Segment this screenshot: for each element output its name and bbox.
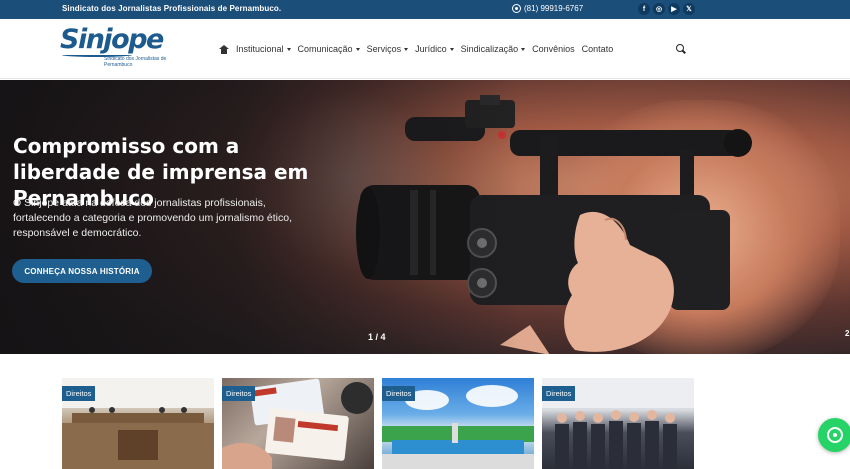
logo-mark: Sinjope [60, 24, 164, 55]
nav-item-contato[interactable]: Contato [582, 44, 614, 54]
main-nav: Institucional Comunicação Serviços Juríd… [219, 44, 613, 54]
phone-number: (81) 99919-6767 [524, 4, 584, 13]
site-logo[interactable]: Sinjope Sindicato dos Jornalistas de Per… [60, 26, 170, 72]
phone-link[interactable]: (81) 99919-6767 [512, 4, 583, 13]
nav-item-label: Serviços [366, 44, 402, 54]
search-icon-handle [682, 49, 686, 54]
category-badge[interactable]: Direitos [62, 386, 96, 401]
nav-item-label: Sindicalização [460, 44, 519, 54]
category-badge[interactable]: Direitos [382, 386, 416, 401]
nav-item-servicos[interactable]: Serviços [367, 44, 409, 54]
news-card[interactable]: Direitos [222, 378, 374, 469]
nav-item-label: Convênios [532, 44, 575, 54]
hero-description: O Sinjope atua na defesa dos jornalistas… [13, 197, 292, 239]
chevron-down-icon [286, 47, 291, 51]
news-card[interactable]: Direitos [382, 378, 534, 469]
org-name: Sindicato dos Jornalistas Profissionais … [62, 4, 282, 13]
chevron-down-icon [449, 47, 454, 51]
chevron-down-icon [521, 47, 526, 51]
whatsapp-icon [512, 4, 521, 13]
social-links: f ◎ ▶ 𝕏 [638, 3, 695, 15]
nav-item-sindicalizacao[interactable]: Sindicalização [461, 44, 526, 54]
nav-item-label: Contato [581, 44, 614, 54]
history-button[interactable]: CONHEÇA NOSSA HISTÓRIA [12, 259, 152, 283]
youtube-icon[interactable]: ▶ [668, 3, 680, 15]
facebook-icon[interactable]: f [638, 3, 650, 15]
search-icon[interactable] [676, 44, 686, 54]
home-icon[interactable] [219, 44, 229, 54]
nav-item-label: Institucional [236, 44, 284, 54]
nav-item-juridico[interactable]: Jurídico [415, 44, 454, 54]
nav-item-comunicacao[interactable]: Comunicação [298, 44, 360, 54]
nav-item-label: Jurídico [415, 44, 447, 54]
nav-item-institucional[interactable]: Institucional [236, 44, 291, 54]
nav-item-convenios[interactable]: Convênios [532, 44, 575, 54]
category-badge[interactable]: Direitos [222, 386, 256, 401]
x-twitter-icon[interactable]: 𝕏 [683, 3, 695, 15]
news-card[interactable]: Direitos [62, 378, 214, 469]
news-cards: Direitos Direitos Direitos Direitos [62, 378, 694, 469]
news-card[interactable]: Direitos [542, 378, 694, 469]
hero-slider[interactable]: Compromisso com a liberdade de imprensa … [0, 80, 850, 354]
whatsapp-float-button[interactable] [818, 418, 850, 452]
nav-item-label: Comunicação [297, 44, 353, 54]
top-bar: Sindicato dos Jornalistas Profissionais … [0, 0, 850, 19]
chevron-down-icon [355, 47, 360, 51]
next-slide-indicator[interactable]: 2 [845, 329, 849, 338]
site-header: Sinjope Sindicato dos Jornalistas de Per… [0, 19, 850, 79]
instagram-icon[interactable]: ◎ [653, 3, 665, 15]
logo-tagline: Sindicato dos Jornalistas de Pernambuco [104, 56, 167, 68]
chevron-down-icon [404, 47, 409, 51]
category-badge[interactable]: Direitos [542, 386, 576, 401]
whatsapp-icon [827, 427, 843, 443]
slide-pager: 1 / 4 [368, 332, 386, 342]
